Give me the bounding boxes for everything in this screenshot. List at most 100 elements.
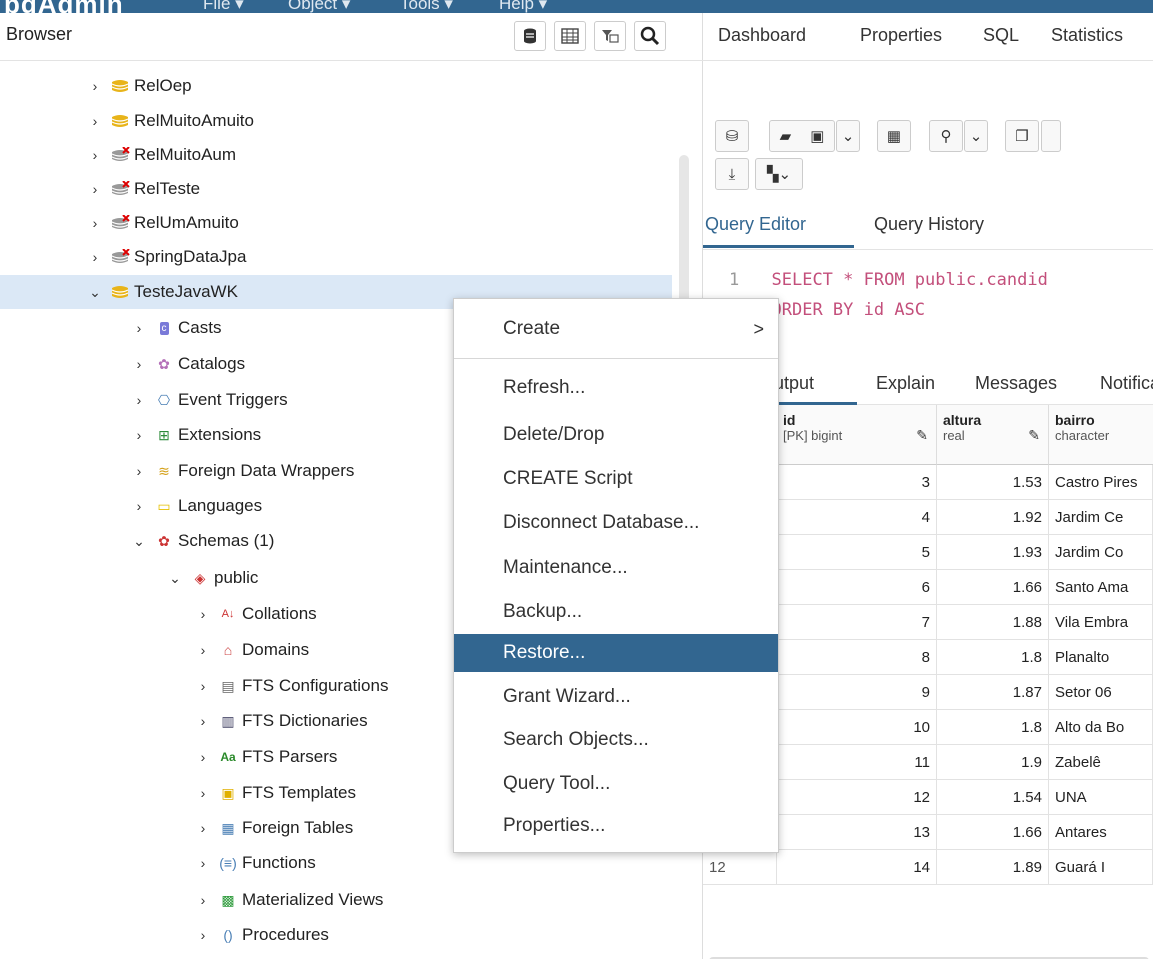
tab-messages[interactable]: Messages xyxy=(975,373,1057,394)
tree-node-catalogs[interactable]: › ✿ Catalogs xyxy=(132,347,245,381)
menu-file[interactable]: File ▾ xyxy=(203,0,244,13)
chevron-right-icon[interactable]: › xyxy=(196,606,210,622)
cell-id[interactable]: 4 xyxy=(777,500,937,535)
chevron-right-icon[interactable]: › xyxy=(88,181,102,197)
tree-node-reloep[interactable]: › RelOep xyxy=(88,69,192,103)
column-header-altura[interactable]: altura real ✎ xyxy=(937,405,1049,465)
tree-node-foreign-data-wrappers[interactable]: › ≋ Foreign Data Wrappers xyxy=(132,454,355,488)
cell-bairro[interactable]: Zabelê xyxy=(1049,745,1153,780)
download-button[interactable]: ⤓ xyxy=(715,158,749,190)
tree-node-relmuitoamuito[interactable]: › RelMuitoAmuito xyxy=(88,104,254,138)
chevron-right-icon[interactable]: › xyxy=(88,147,102,163)
cell-altura[interactable]: 1.88 xyxy=(937,605,1049,640)
menu-item-backup[interactable]: Backup... xyxy=(454,593,778,631)
save-icon[interactable]: ▣ xyxy=(810,127,824,145)
chevron-right-icon[interactable]: › xyxy=(132,463,146,479)
paste-button[interactable] xyxy=(1041,120,1061,152)
tab-statistics[interactable]: Statistics xyxy=(1051,25,1123,46)
cell-id[interactable]: 13 xyxy=(777,815,937,850)
tree-node-collations[interactable]: › A↓ Collations xyxy=(196,597,317,631)
chevron-down-icon[interactable]: ⌄ xyxy=(88,284,102,301)
cell-bairro[interactable]: UNA xyxy=(1049,780,1153,815)
menu-tools[interactable]: Tools ▾ xyxy=(400,0,453,13)
chevron-right-icon[interactable]: › xyxy=(196,892,210,908)
cell-id[interactable]: 7 xyxy=(777,605,937,640)
cell-altura[interactable]: 1.8 xyxy=(937,710,1049,745)
cell-bairro[interactable]: Vila Embra xyxy=(1049,605,1153,640)
menu-item-search-objects[interactable]: Search Objects... xyxy=(454,721,778,759)
cell-altura[interactable]: 1.87 xyxy=(937,675,1049,710)
menu-item-refresh[interactable]: Refresh... xyxy=(454,369,778,407)
cell-bairro[interactable]: Jardim Ce xyxy=(1049,500,1153,535)
menu-item-properties[interactable]: Properties... xyxy=(454,807,778,845)
cell-altura[interactable]: 1.54 xyxy=(937,780,1049,815)
chevron-right-icon[interactable]: › xyxy=(132,320,146,336)
menu-item-disconnect-database[interactable]: Disconnect Database... xyxy=(454,504,778,542)
tree-node-fts-dictionaries[interactable]: › ▥ FTS Dictionaries xyxy=(196,704,368,738)
tree-node-procedures[interactable]: › () Procedures xyxy=(196,918,329,952)
filter-rows-button[interactable] xyxy=(594,21,626,51)
cell-id[interactable]: 3 xyxy=(777,465,937,500)
chevron-right-icon[interactable]: › xyxy=(88,215,102,231)
tree-node-extensions[interactable]: › ⊞ Extensions xyxy=(132,418,262,452)
tree-node-springdatajpa[interactable]: › SpringDataJpa xyxy=(88,240,247,274)
tree-node-materialized-views[interactable]: › ▩ Materialized Views xyxy=(196,883,384,917)
tree-node-domains[interactable]: › ⌂ Domains xyxy=(196,633,309,667)
cell-id[interactable]: 6 xyxy=(777,570,937,605)
macros-button[interactable]: ▚⌄ xyxy=(755,158,803,190)
tree-node-public[interactable]: ⌄ ◈ public xyxy=(168,561,258,595)
chevron-right-icon[interactable]: › xyxy=(196,713,210,729)
edit-grid-button[interactable]: ▦ xyxy=(877,120,911,152)
cell-bairro[interactable]: Planalto xyxy=(1049,640,1153,675)
tab-explain[interactable]: Explain xyxy=(876,373,935,394)
tab-query-editor[interactable]: Query Editor xyxy=(705,214,806,235)
column-header-bairro[interactable]: bairro character xyxy=(1049,405,1153,465)
view-data-button[interactable] xyxy=(554,21,586,51)
menu-object[interactable]: Object ▾ xyxy=(288,0,350,13)
tree-node-relmuitoaum[interactable]: › RelMuitoAum xyxy=(88,138,236,172)
copy-button[interactable]: ❐ xyxy=(1005,120,1039,152)
query-tool-button[interactable] xyxy=(514,21,546,51)
chevron-right-icon[interactable]: › xyxy=(132,427,146,443)
chevron-right-icon[interactable]: › xyxy=(196,855,210,871)
chevron-right-icon[interactable]: › xyxy=(196,927,210,943)
tree-node-casts[interactable]: › c Casts xyxy=(132,311,222,345)
cell-altura[interactable]: 1.92 xyxy=(937,500,1049,535)
open-file-icon[interactable]: ▰ xyxy=(780,127,792,145)
cell-altura[interactable]: 1.8 xyxy=(937,640,1049,675)
save-dropdown[interactable]: ⌄ xyxy=(836,120,860,152)
tree-node-languages[interactable]: › ▭ Languages xyxy=(132,489,262,523)
menu-item-query-tool[interactable]: Query Tool... xyxy=(454,765,778,803)
cell-bairro[interactable]: Guará I xyxy=(1049,850,1153,885)
chevron-down-icon[interactable]: ⌄ xyxy=(132,533,146,550)
cell-id[interactable]: 11 xyxy=(777,745,937,780)
tree-node-relumamuito[interactable]: › RelUmAmuito xyxy=(88,206,239,240)
cell-bairro[interactable]: Antares xyxy=(1049,815,1153,850)
find-dropdown[interactable]: ⌄ xyxy=(964,120,988,152)
chevron-right-icon[interactable]: › xyxy=(88,78,102,94)
tab-notifications[interactable]: Notifications xyxy=(1100,373,1153,394)
chevron-right-icon[interactable]: › xyxy=(196,749,210,765)
chevron-right-icon[interactable]: › xyxy=(196,820,210,836)
chevron-right-icon[interactable]: › xyxy=(132,356,146,372)
cell-id[interactable]: 12 xyxy=(777,780,937,815)
chevron-right-icon[interactable]: › xyxy=(88,249,102,265)
tree-node-fts-configurations[interactable]: › ▤ FTS Configurations xyxy=(196,669,389,703)
chevron-right-icon[interactable]: › xyxy=(132,498,146,514)
tree-node-event-triggers[interactable]: › ⎔ Event Triggers xyxy=(132,383,288,417)
cell-id[interactable]: 9 xyxy=(777,675,937,710)
tree-node-fts-templates[interactable]: › ▣ FTS Templates xyxy=(196,776,356,810)
chevron-right-icon[interactable]: › xyxy=(196,785,210,801)
cell-bairro[interactable]: Setor 06 xyxy=(1049,675,1153,710)
cell-bairro[interactable]: Jardim Co xyxy=(1049,535,1153,570)
cell-altura[interactable]: 1.93 xyxy=(937,535,1049,570)
chevron-right-icon[interactable]: › xyxy=(88,113,102,129)
chevron-right-icon[interactable]: › xyxy=(132,392,146,408)
tree-node-fts-parsers[interactable]: › Aa FTS Parsers xyxy=(196,740,338,774)
menu-help[interactable]: Help ▾ xyxy=(499,0,547,13)
search-button[interactable] xyxy=(634,21,666,51)
cell-altura[interactable]: 1.9 xyxy=(937,745,1049,780)
tab-dashboard[interactable]: Dashboard xyxy=(718,25,806,46)
row-number[interactable]: 12 xyxy=(703,850,777,885)
cell-altura[interactable]: 1.66 xyxy=(937,570,1049,605)
